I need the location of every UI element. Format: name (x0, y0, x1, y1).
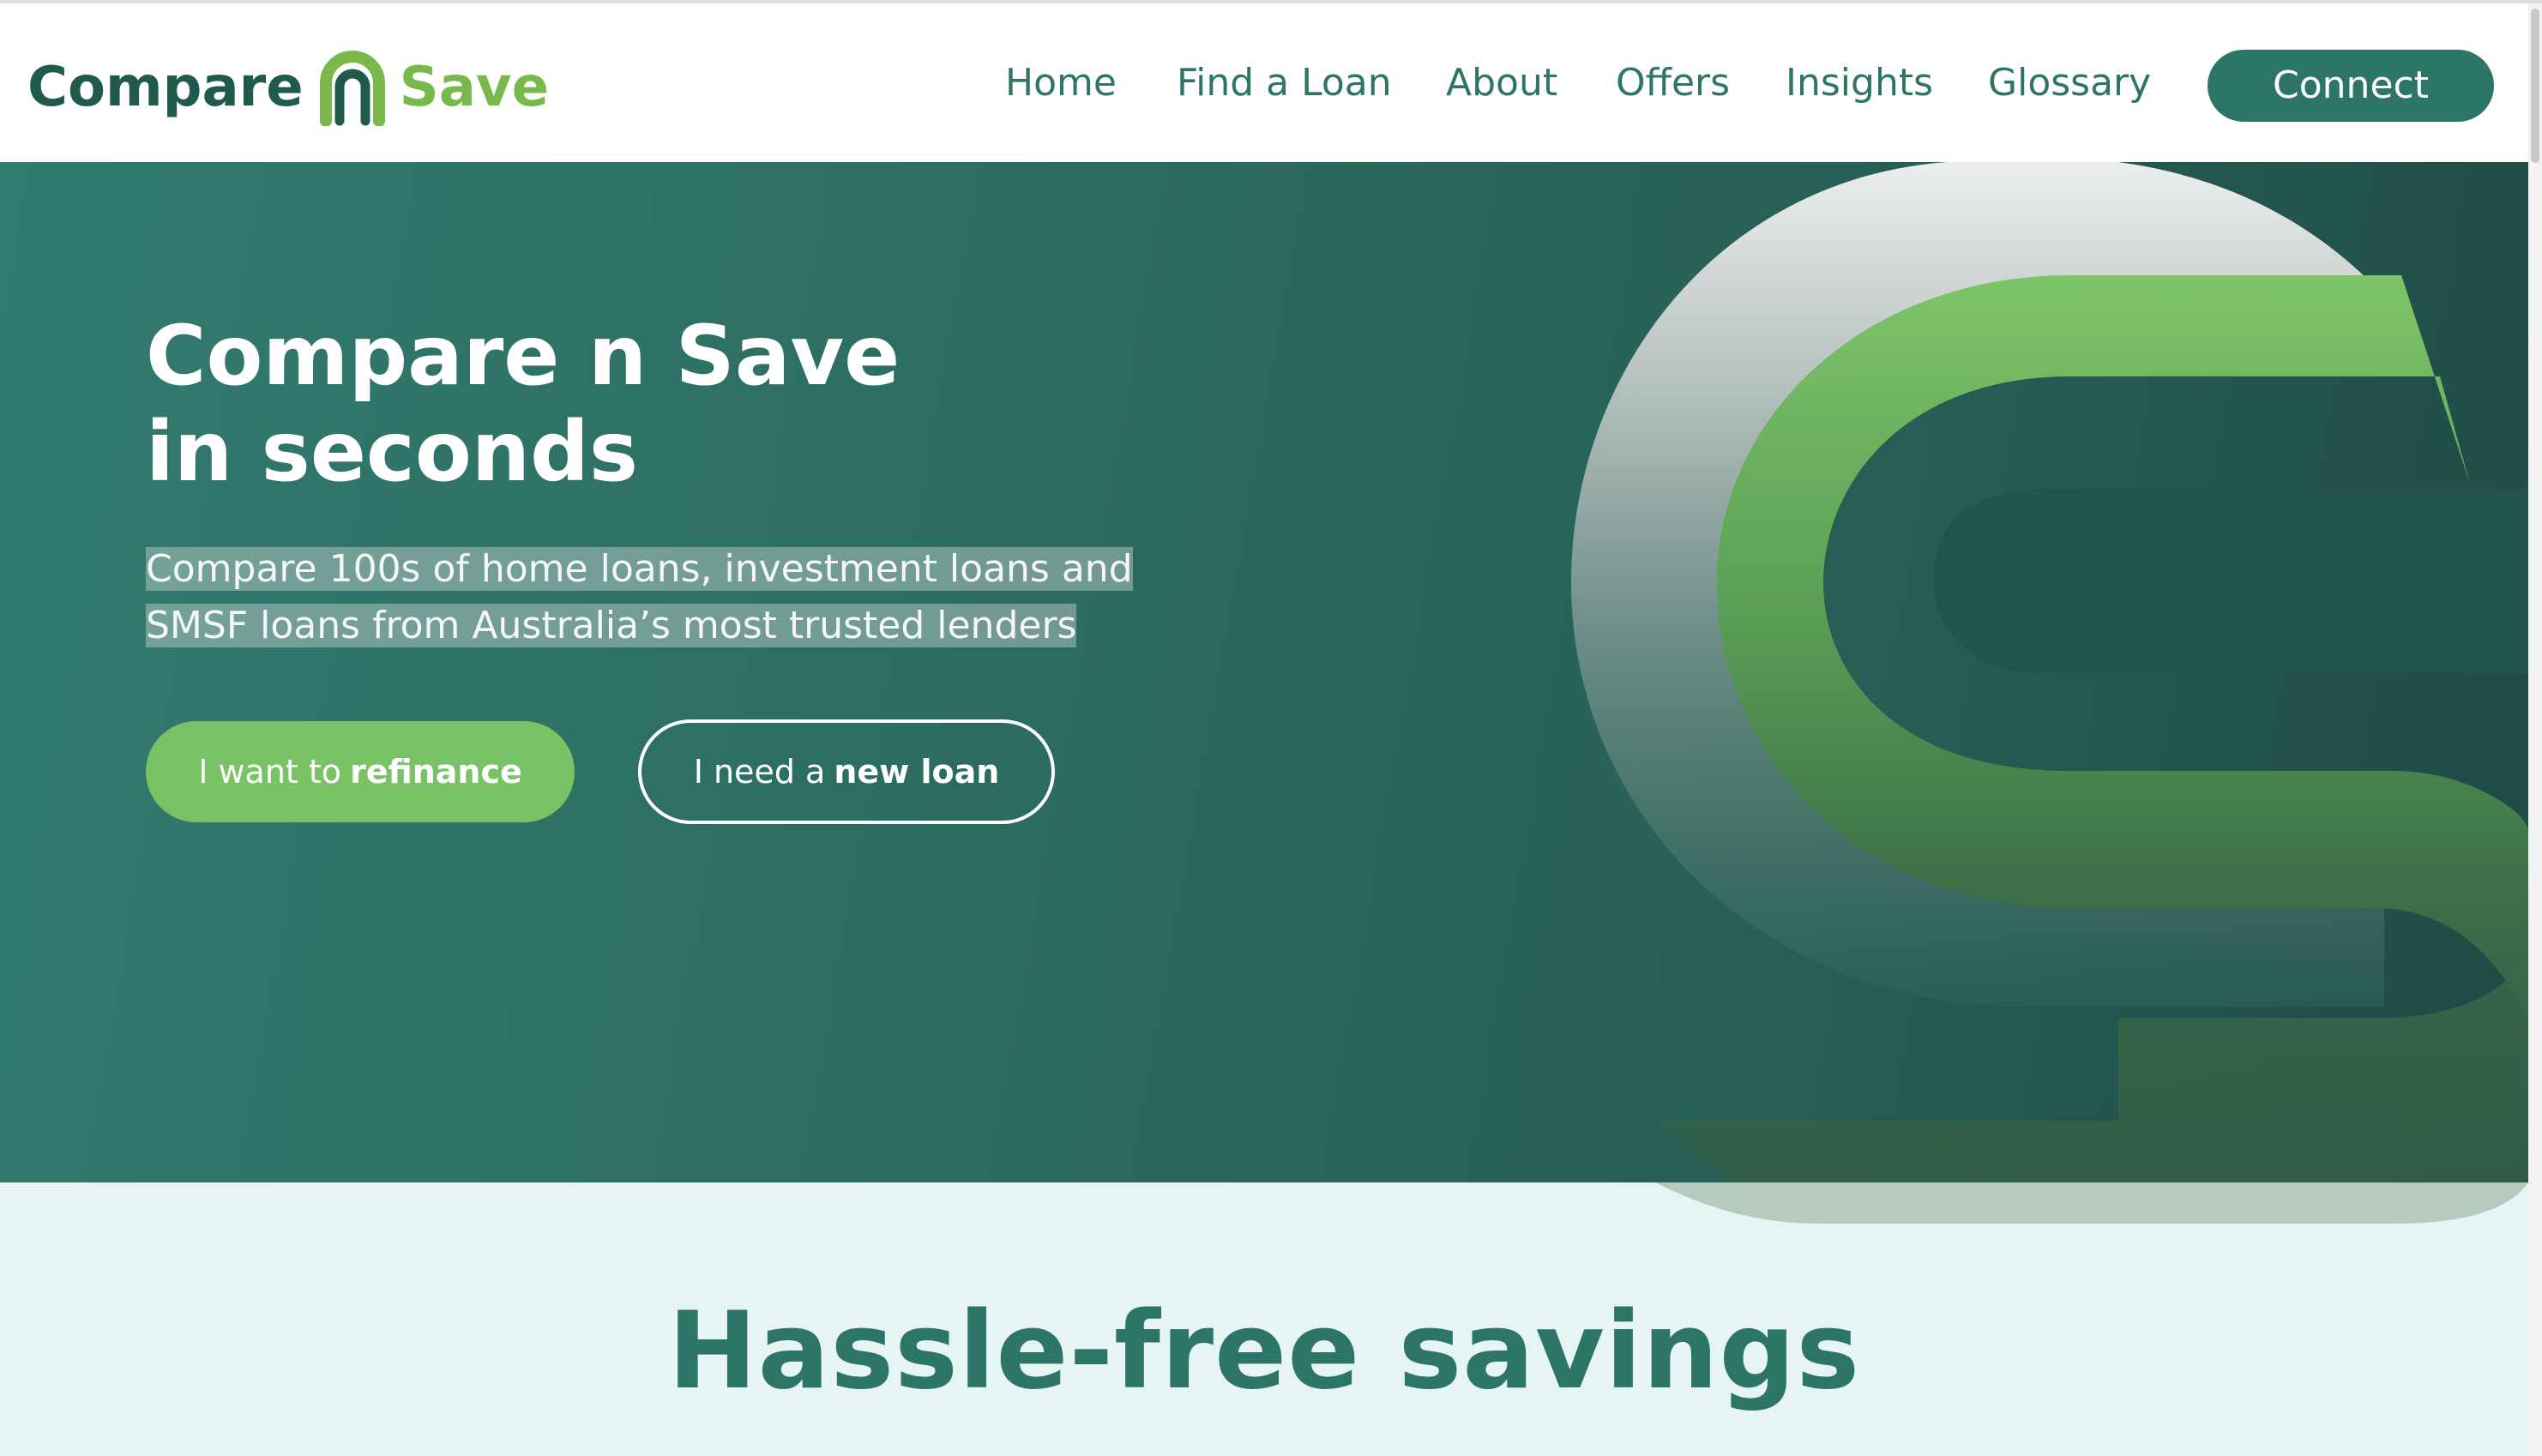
hero-subtitle: Compare 100s of home loans, investment l… (146, 541, 1158, 654)
vertical-scrollbar[interactable] (2528, 3, 2542, 1456)
logo-text-compare: Compare (27, 56, 304, 119)
hero-title-line1: Compare n Save (146, 308, 901, 404)
savings-title: Hassle-free savings (667, 1290, 1861, 1413)
refinance-button-bold: refinance (350, 753, 522, 791)
new-loan-button[interactable]: I need a new loan (638, 719, 1055, 824)
nav-offers[interactable]: Offers (1616, 51, 1730, 115)
hero-subtitle-text: Compare 100s of home loans, investment l… (146, 547, 1133, 647)
hero-title: Compare n Save in seconds (146, 308, 900, 500)
refinance-button-prefix: I want to (198, 753, 342, 791)
logo[interactable]: Compare Save (27, 45, 549, 130)
site-header: Compare Save Home Find a Loan About Offe… (0, 3, 2528, 162)
refinance-button[interactable]: I want to refinance (146, 721, 575, 822)
logo-text-save: Save (399, 56, 549, 119)
new-loan-button-prefix: I need a (693, 753, 826, 791)
nav-insights[interactable]: Insights (1786, 51, 1933, 115)
nav-about[interactable]: About (1446, 51, 1557, 115)
hero-title-line2: in seconds (146, 404, 638, 500)
connect-button[interactable]: Connect (2208, 50, 2494, 122)
logo-mark-icon (319, 51, 385, 126)
nav-find-a-loan[interactable]: Find a Loan (1177, 51, 1392, 115)
hero-graphic-overflow (1655, 1182, 2528, 1224)
new-loan-button-bold: new loan (834, 753, 1000, 791)
nav-home[interactable]: Home (1005, 51, 1117, 115)
nav-glossary[interactable]: Glossary (1988, 51, 2151, 115)
scrollbar-thumb[interactable] (2531, 9, 2539, 163)
hero-section: Compare n Save in seconds Compare 100s o… (0, 162, 2528, 1182)
